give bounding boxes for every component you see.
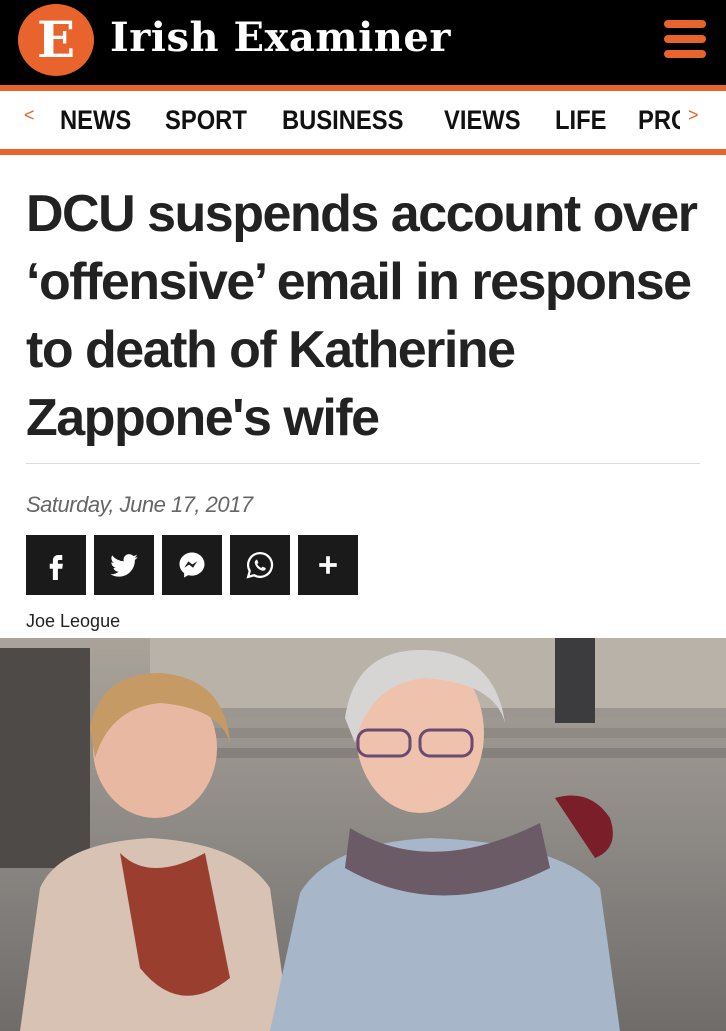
messenger-share-button[interactable] bbox=[162, 535, 222, 595]
nav-item-property[interactable]: PROPERTY bbox=[638, 105, 680, 136]
article-author[interactable]: Joe Leogue bbox=[26, 611, 120, 632]
logo-letter: E bbox=[36, 10, 76, 69]
article-date: Saturday, June 17, 2017 bbox=[26, 492, 253, 517]
facebook-icon bbox=[49, 555, 63, 580]
whatsapp-share-button[interactable] bbox=[230, 535, 290, 595]
nav-item-views[interactable]: VIEWS bbox=[444, 105, 521, 136]
nav-item-business[interactable]: BUSINESS bbox=[282, 105, 403, 136]
more-share-button[interactable] bbox=[298, 535, 358, 595]
headline-divider bbox=[26, 463, 700, 464]
nav-item-life[interactable]: LIFE bbox=[555, 105, 606, 136]
section-nav: < NEWS SPORT BUSINESS VIEWS LIFE PROPERTY > bbox=[0, 91, 726, 149]
twitter-share-button[interactable] bbox=[94, 535, 154, 595]
nav-next-arrow-icon[interactable]: > bbox=[688, 105, 699, 126]
hamburger-menu-icon[interactable] bbox=[664, 20, 706, 58]
brand-name[interactable]: Irish Examiner bbox=[110, 14, 451, 61]
facebook-share-button[interactable] bbox=[26, 535, 86, 595]
article-headline: DCU suspends account over ‘offensive’ em… bbox=[26, 185, 698, 447]
site-header: E Irish Examiner bbox=[0, 0, 726, 85]
nav-prev-arrow-icon[interactable]: < bbox=[24, 105, 35, 126]
plus-icon bbox=[319, 556, 337, 574]
article-photo-illustration bbox=[0, 638, 726, 1031]
nav-items: NEWS SPORT BUSINESS VIEWS LIFE PROPERTY bbox=[60, 105, 680, 145]
nav-item-news[interactable]: NEWS bbox=[60, 105, 131, 136]
nav-item-sport[interactable]: SPORT bbox=[165, 105, 247, 136]
nav-bottom-divider bbox=[0, 149, 726, 155]
twitter-icon bbox=[110, 554, 138, 577]
messenger-icon bbox=[179, 552, 205, 578]
site-logo[interactable]: E bbox=[18, 4, 94, 76]
article-photo bbox=[0, 638, 726, 1031]
whatsapp-icon bbox=[246, 551, 274, 579]
share-buttons bbox=[26, 535, 358, 595]
